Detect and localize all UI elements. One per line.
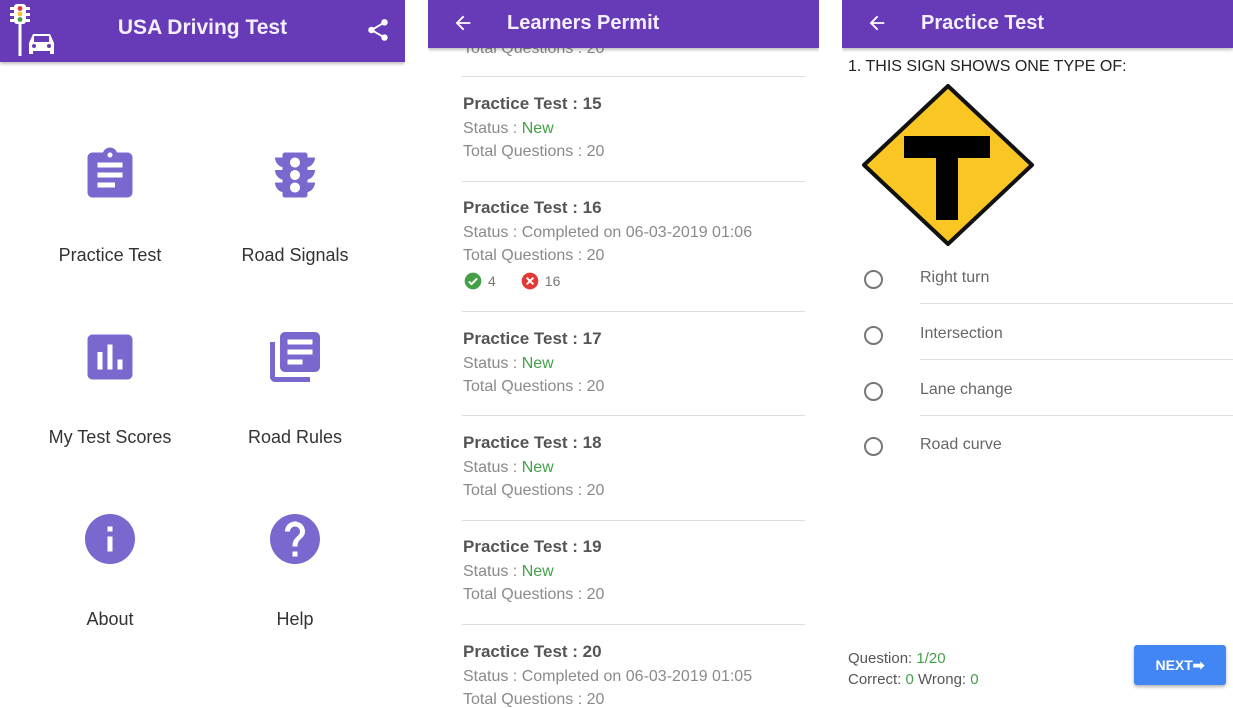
correct-count: 4 (488, 273, 496, 289)
menu-label: Road Rules (247, 427, 343, 447)
item-status: Status : Completed on 06-03-2019 01:05 (463, 668, 753, 685)
help-icon (270, 514, 320, 564)
menu-help[interactable]: Help (205, 509, 385, 630)
item-total: Total Questions : 20 (463, 586, 605, 603)
learners-permit-screen: Learners Permit Total Questions : 20 Pra… (428, 0, 819, 708)
question-progress: Question: 1/20 (848, 650, 946, 667)
radio-button[interactable] (864, 326, 883, 345)
cancel-circle-icon (521, 272, 539, 290)
option-label: Road curve (920, 436, 1002, 453)
list-item[interactable]: Practice Test : 19 Status : New Total Qu… (463, 537, 805, 609)
item-title: Practice Test : 19 (463, 537, 602, 556)
item-status: Status : New (463, 120, 554, 137)
home-app-bar: USA Driving Test (0, 0, 405, 62)
option-label: Intersection (920, 325, 1003, 342)
list-item[interactable]: Practice Test : 16 Status : Completed on… (463, 198, 805, 292)
menu-label: My Test Scores (48, 427, 172, 447)
app-title: USA Driving Test (117, 16, 288, 39)
correct-wrong-counts: Correct: 0 Wrong: 0 (848, 671, 979, 688)
check-circle-icon (464, 272, 482, 290)
divider (462, 181, 805, 182)
divider (462, 624, 805, 625)
item-status: Status : Completed on 06-03-2019 01:06 (463, 224, 753, 241)
answer-option[interactable]: Intersection (842, 325, 1233, 382)
traffic-light-icon (275, 152, 315, 198)
list-item[interactable]: Practice Test : 15 Status : New Total Qu… (463, 94, 805, 166)
next-button[interactable]: NEXT➡ (1134, 645, 1226, 685)
item-status: Status : New (463, 355, 554, 372)
list-item[interactable]: Practice Test : 18 Status : New Total Qu… (463, 433, 805, 505)
answer-option[interactable]: Lane change (842, 381, 1233, 438)
radio-button[interactable] (864, 270, 883, 289)
item-total: Total Questions : 20 (463, 143, 605, 160)
answer-option[interactable]: Right turn (842, 269, 1233, 326)
screen-title: Learners Permit (507, 12, 660, 34)
divider (920, 303, 1233, 304)
radio-button[interactable] (864, 437, 883, 456)
menu-about[interactable]: About (20, 509, 200, 630)
answer-option[interactable]: Road curve (842, 436, 1233, 493)
menu-label: Help (276, 609, 314, 629)
library-books-icon (270, 332, 320, 382)
option-label: Lane change (920, 381, 1013, 398)
item-title: Practice Test : 18 (463, 433, 602, 452)
practice-app-bar: Practice Test (842, 0, 1233, 48)
t-intersection-sign-icon (862, 84, 1034, 246)
divider (920, 359, 1233, 360)
score-summary: Question: 1/20 Correct: 0 Wrong: 0 (848, 648, 979, 690)
info-icon (85, 514, 135, 564)
divider (462, 311, 805, 312)
menu-label: Road Signals (241, 245, 349, 265)
divider (920, 415, 1233, 416)
menu-label: Practice Test (58, 245, 162, 265)
item-total: Total Questions : 20 (463, 691, 605, 708)
bar-chart-icon (87, 334, 133, 380)
item-total: Total Questions : 20 (463, 482, 605, 499)
arrow-back-icon[interactable] (452, 12, 474, 34)
arrow-back-icon[interactable] (866, 12, 888, 34)
item-status: Status : New (463, 563, 554, 580)
menu-practice-test[interactable]: Practice Test (20, 145, 200, 266)
list-item[interactable]: Practice Test : 17 Status : New Total Qu… (463, 329, 805, 401)
question-text: 1. THIS SIGN SHOWS ONE TYPE OF: (848, 58, 1127, 75)
item-status: Status : New (463, 459, 554, 476)
menu-label: About (86, 609, 134, 629)
item-results: 4 16 (463, 270, 805, 292)
clipboard-icon (87, 147, 133, 198)
permit-app-bar: Learners Permit (428, 0, 819, 48)
share-icon[interactable] (365, 17, 391, 43)
option-label: Right turn (920, 269, 990, 286)
item-title: Practice Test : 17 (463, 329, 602, 348)
home-screen: USA Driving Test Practice Test Road Sign… (0, 0, 405, 708)
menu-road-signals[interactable]: Road Signals (205, 145, 385, 266)
item-title: Practice Test : 20 (463, 642, 602, 661)
divider (462, 415, 805, 416)
radio-button[interactable] (864, 382, 883, 401)
divider (462, 76, 805, 77)
practice-test-screen: Practice Test 1. THIS SIGN SHOWS ONE TYP… (842, 0, 1233, 708)
item-total: Total Questions : 20 (463, 247, 605, 264)
item-title: Practice Test : 15 (463, 94, 602, 113)
item-total: Total Questions : 20 (463, 378, 605, 395)
wrong-count: 16 (544, 273, 561, 289)
screen-title: Practice Test (921, 12, 1045, 34)
list-item[interactable]: Practice Test : 20 Status : Completed on… (463, 642, 805, 708)
divider (462, 520, 805, 521)
item-title: Practice Test : 16 (463, 198, 602, 217)
menu-my-test-scores[interactable]: My Test Scores (20, 327, 200, 448)
menu-road-rules[interactable]: Road Rules (205, 327, 385, 448)
